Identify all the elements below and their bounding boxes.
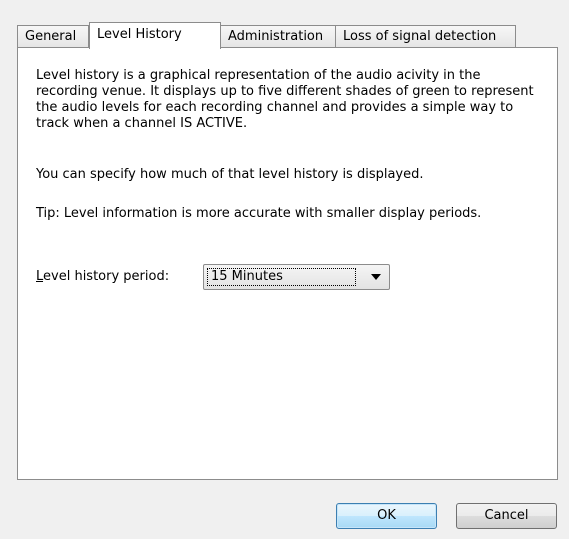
- cancel-button[interactable]: Cancel: [456, 503, 557, 529]
- chevron-down-icon[interactable]: [371, 274, 381, 280]
- tab-panel-level-history: Level history is a graphical representat…: [17, 47, 558, 480]
- ok-button[interactable]: OK: [336, 503, 437, 529]
- level-history-period-label: Level history period:: [36, 269, 169, 284]
- tab-level-history[interactable]: Level History: [89, 22, 221, 49]
- tab-general[interactable]: General: [17, 25, 89, 47]
- tab-administration[interactable]: Administration: [220, 25, 336, 47]
- level-history-period-dropdown[interactable]: 15 Minutes: [203, 264, 390, 290]
- period-label-text: evel history period:: [43, 269, 170, 284]
- dropdown-selected-value: 15 Minutes: [207, 268, 356, 286]
- tab-loss-of-signal-detection[interactable]: Loss of signal detection: [335, 25, 516, 47]
- level-history-period-row: Level history period: 15 Minutes: [36, 264, 536, 290]
- accelerator-key: L: [36, 269, 44, 284]
- level-history-description: Level history is a graphical representat…: [36, 68, 534, 131]
- tip-text: Tip: Level information is more accurate …: [36, 206, 482, 221]
- specify-text: You can specify how much of that level h…: [36, 167, 424, 182]
- tab-strip: General Level History Administration Los…: [17, 22, 557, 49]
